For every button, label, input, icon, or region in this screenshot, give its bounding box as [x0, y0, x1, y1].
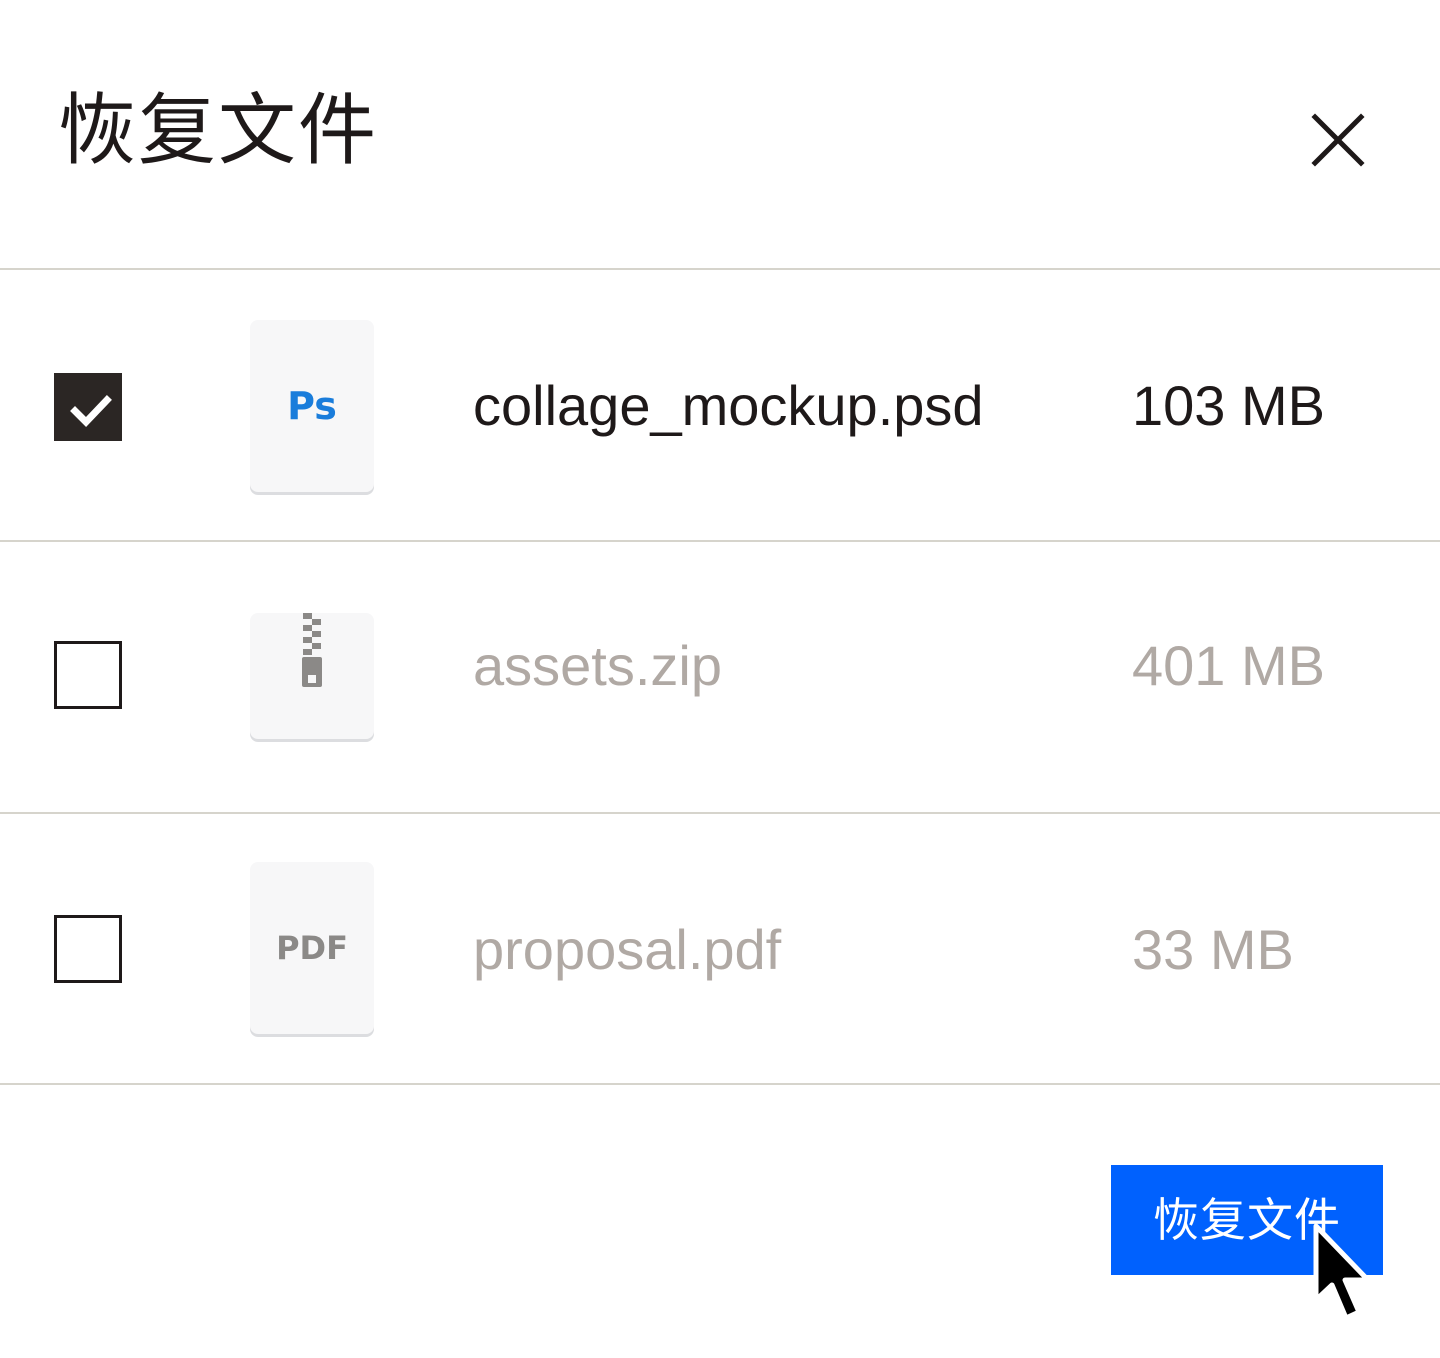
file-checkbox[interactable] [54, 915, 122, 983]
pdf-file-icon: PDF [250, 862, 374, 1034]
close-button[interactable] [1306, 108, 1370, 172]
zip-file-icon [250, 613, 374, 739]
file-name: proposal.pdf [473, 918, 782, 981]
checkmark-icon [70, 395, 112, 428]
file-size: 103 MB [1132, 374, 1325, 437]
restore-files-dialog: 恢复文件 Ps collage_mockup.psd 103 MB assets… [0, 0, 1440, 1358]
file-checkbox-checked[interactable] [54, 373, 122, 441]
close-icon [1311, 113, 1365, 167]
file-type-label: Ps [287, 384, 337, 428]
zipper-icon [302, 613, 322, 687]
divider [0, 1083, 1440, 1085]
file-size: 401 MB [1132, 634, 1325, 697]
file-row[interactable]: assets.zip 401 MB [0, 542, 1440, 812]
file-type-label: PDF [276, 929, 348, 967]
file-row[interactable]: PDF proposal.pdf 33 MB [0, 814, 1440, 1084]
file-checkbox[interactable] [54, 641, 122, 709]
file-name: collage_mockup.psd [473, 374, 984, 437]
file-size: 33 MB [1132, 918, 1294, 981]
photoshop-file-icon: Ps [250, 320, 374, 492]
dialog-title: 恢复文件 [58, 86, 379, 176]
mouse-pointer-icon [1313, 1223, 1371, 1321]
file-row[interactable]: Ps collage_mockup.psd 103 MB [0, 270, 1440, 540]
file-name: assets.zip [473, 634, 722, 697]
